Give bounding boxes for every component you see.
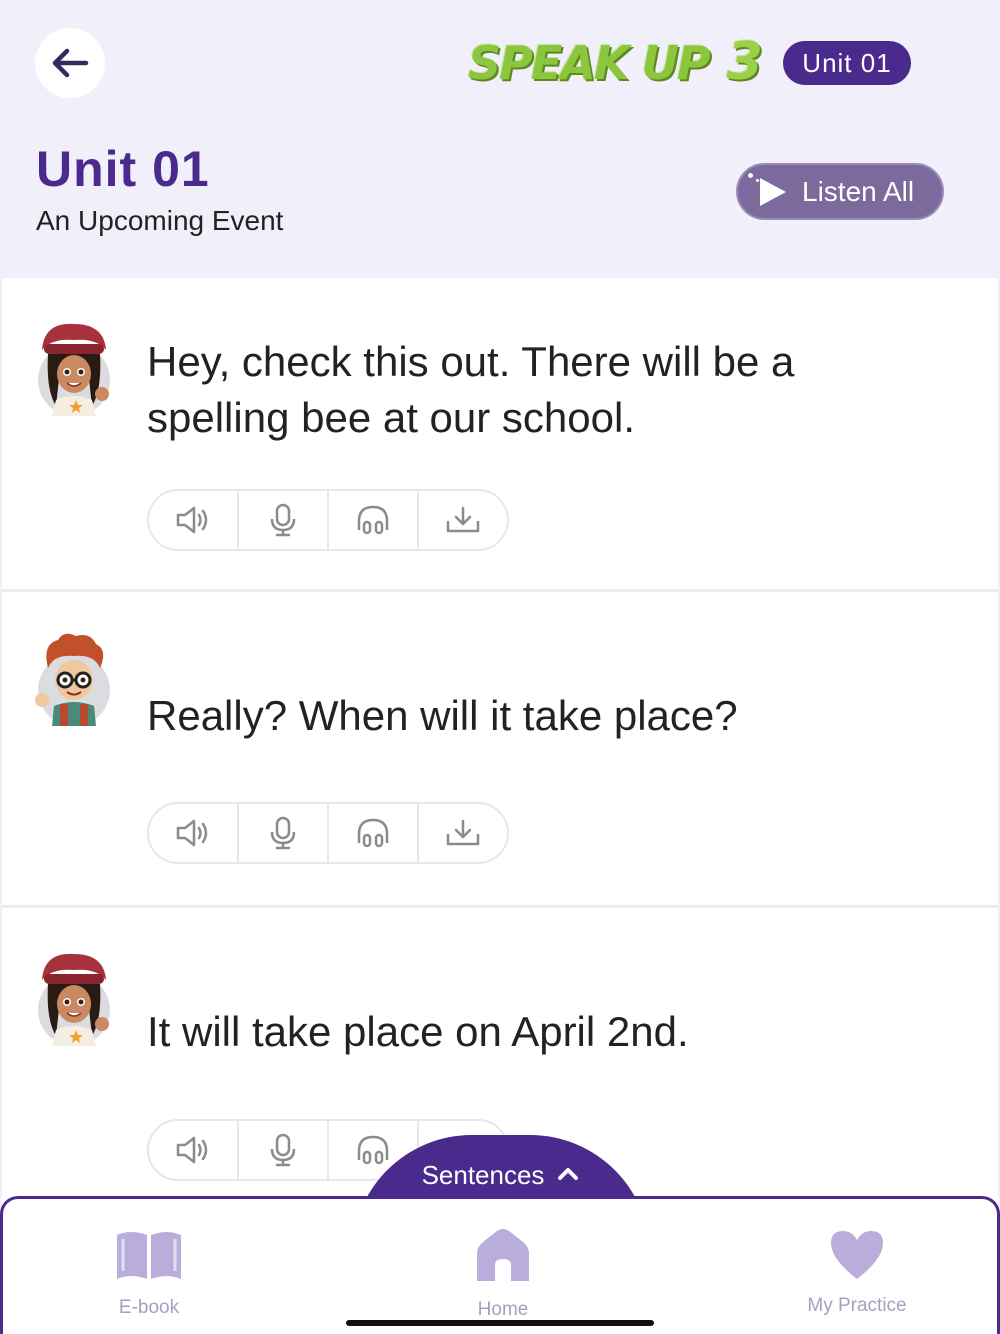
sentence-controls bbox=[147, 802, 509, 864]
listen-all-label: Listen All bbox=[802, 175, 915, 207]
speaker-icon bbox=[176, 506, 208, 534]
sentence-controls bbox=[147, 489, 509, 551]
record-button[interactable] bbox=[239, 491, 329, 549]
microphone-icon bbox=[270, 816, 296, 850]
chevron-up-icon bbox=[558, 1168, 579, 1180]
sentence-card: Really? When will it take place? bbox=[2, 592, 998, 908]
nav-label-my-practice: My Practice bbox=[807, 1295, 907, 1316]
play-audio-button[interactable] bbox=[149, 491, 239, 549]
headphones-icon bbox=[357, 818, 389, 848]
play-icon bbox=[760, 177, 786, 206]
home-indicator bbox=[346, 1320, 654, 1326]
download-icon bbox=[446, 819, 480, 846]
sentence-text: It will take place on April 2nd. bbox=[147, 1008, 689, 1055]
unit-badge: Unit 01 bbox=[783, 41, 911, 85]
play-audio-button[interactable] bbox=[149, 804, 239, 862]
nav-label-ebook: E-book bbox=[118, 1297, 180, 1318]
book-icon bbox=[117, 1232, 181, 1279]
listen-recording-button[interactable] bbox=[329, 491, 419, 549]
record-button[interactable] bbox=[239, 804, 329, 862]
arrow-left-icon bbox=[52, 48, 89, 78]
nav-item-my-practice[interactable]: My Practice bbox=[777, 1227, 937, 1327]
download-button[interactable] bbox=[419, 804, 507, 862]
home-icon bbox=[477, 1229, 529, 1281]
heart-icon bbox=[831, 1231, 883, 1279]
boy-avatar bbox=[35, 633, 110, 726]
record-button[interactable] bbox=[239, 1121, 329, 1179]
girl-avatar bbox=[38, 953, 110, 1046]
speaker-icon bbox=[176, 1136, 208, 1164]
microphone-icon bbox=[270, 1133, 296, 1167]
download-icon bbox=[446, 506, 480, 533]
sparkle-icon bbox=[748, 173, 753, 178]
sentence-text: Really? When will it take place? bbox=[147, 692, 738, 739]
header: SPEAK UP 3 Unit 01 Unit 01 An Upcoming E… bbox=[0, 0, 1000, 278]
listen-all-button[interactable]: Listen All bbox=[736, 163, 944, 220]
play-audio-button[interactable] bbox=[149, 1121, 239, 1179]
logo-number: 3 bbox=[726, 32, 763, 92]
headphones-icon bbox=[357, 505, 389, 535]
nav-item-home[interactable]: Home bbox=[423, 1227, 583, 1327]
speaker-icon bbox=[176, 819, 208, 847]
bottom-nav: E-book Home My Practice bbox=[0, 1196, 1000, 1334]
back-button[interactable] bbox=[35, 28, 105, 98]
logo-text: SPEAK UP bbox=[468, 36, 711, 90]
microphone-icon bbox=[270, 503, 296, 537]
nav-label-home: Home bbox=[477, 1299, 529, 1320]
girl-avatar bbox=[38, 323, 110, 416]
download-button[interactable] bbox=[419, 491, 507, 549]
sentence-text: Hey, check this out. There will be a spe… bbox=[147, 338, 795, 441]
speak-up-logo: SPEAK UP 3 bbox=[468, 32, 763, 92]
sparkle-dot bbox=[756, 179, 759, 182]
headphones-icon bbox=[357, 1135, 389, 1165]
listen-recording-button[interactable] bbox=[329, 804, 419, 862]
nav-item-ebook[interactable]: E-book bbox=[69, 1227, 229, 1327]
sentence-list: Hey, check this out. There will be a spe… bbox=[2, 278, 998, 1228]
sentence-card: Hey, check this out. There will be a spe… bbox=[2, 278, 998, 592]
page-title: Unit 01 bbox=[36, 141, 210, 197]
page-subtitle: An Upcoming Event bbox=[36, 205, 284, 236]
